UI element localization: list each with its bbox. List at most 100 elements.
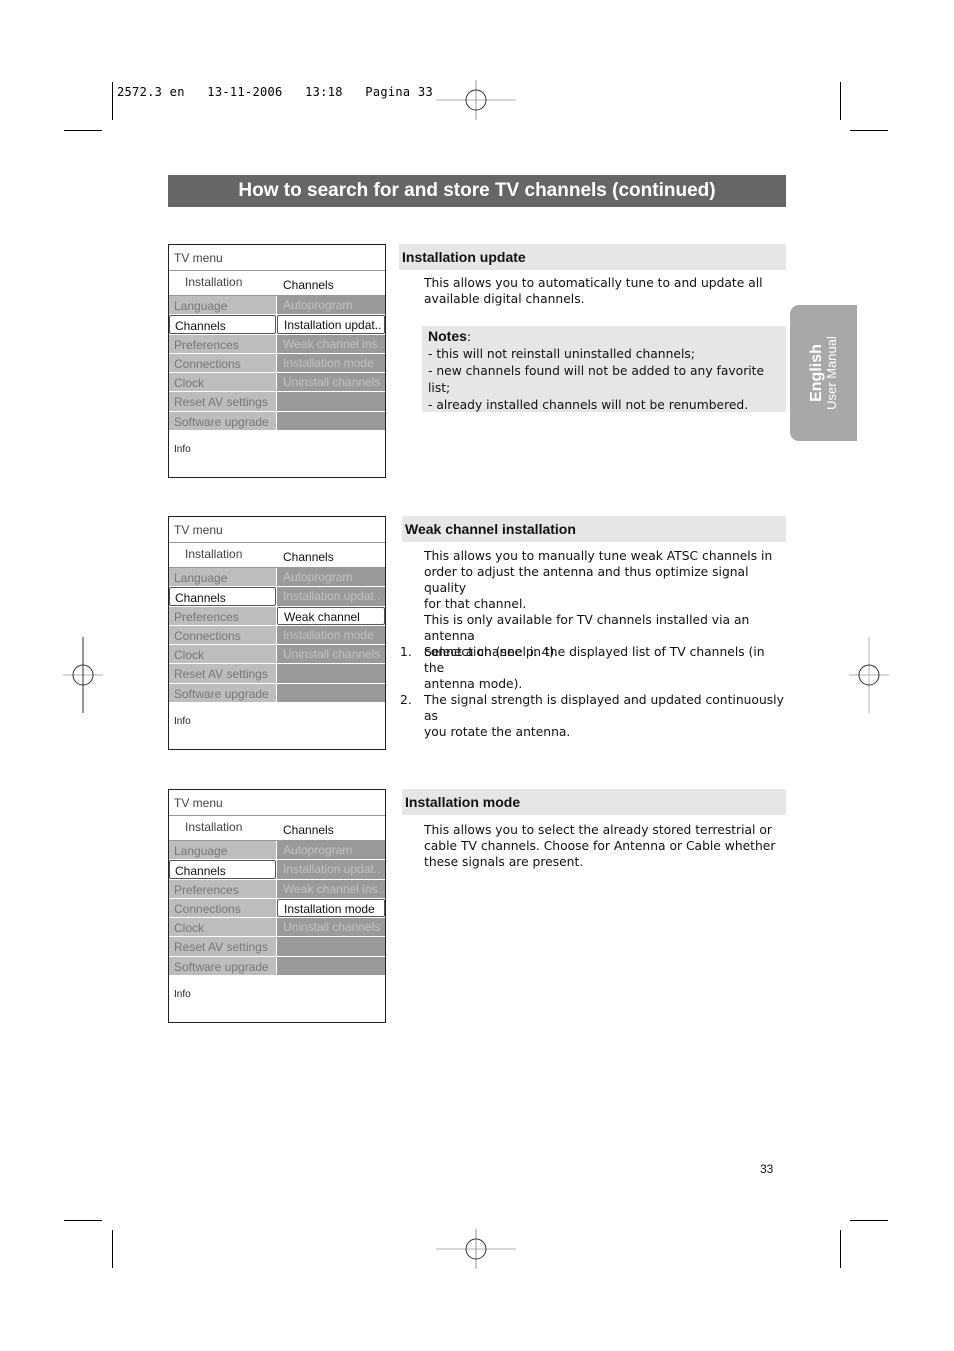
menu-item-left[interactable]: Reset AV settings [169, 392, 276, 411]
menu-item-right[interactable] [277, 937, 385, 956]
body-line: available digital channels. [424, 292, 585, 306]
menu-rows: Language Autoprogram Channels Installation … [169, 841, 385, 977]
menu-subheader: Installation Channels [169, 271, 385, 296]
menu-item-left[interactable]: Software upgrade [169, 683, 276, 703]
menu-item-right[interactable]: Uninstall channels [277, 645, 385, 664]
menu-header: TV menu [169, 517, 385, 543]
menu-row: Connections Installation mode [169, 625, 385, 646]
menu-row: Software upgrade [169, 956, 385, 977]
tv-menu-weak-channel: TV menu Installation Channels Language Autop… [168, 516, 386, 750]
note-item: - already installed channels will not be… [428, 398, 749, 412]
menu-item-right[interactable]: Weak channel ins.. [277, 879, 385, 898]
menu-item-left[interactable]: Connections [169, 625, 276, 645]
menu-row: Language Autoprogram [169, 296, 385, 316]
tv-menu-installation-mode: TV menu Installation Channels Language Autop… [168, 789, 386, 1023]
menu-item-left[interactable]: Language [169, 841, 276, 860]
menu-item-right[interactable] [277, 392, 385, 411]
menu-crumb-channels: Channels [283, 278, 334, 292]
menu-rows: Language Autoprogram Channels Installation … [169, 296, 385, 432]
menu-item-left[interactable]: Preferences [169, 334, 276, 353]
menu-item-right[interactable] [277, 411, 385, 431]
notes-colon: : [466, 330, 472, 344]
weak-channel-steps: 1. Select a channel in the displayed lis… [400, 644, 786, 740]
menu-item-right[interactable]: Installation mode [277, 898, 385, 918]
menu-item-left[interactable]: Software upgrade [169, 411, 276, 431]
body-line: for that channel. [424, 597, 527, 611]
menu-item-left[interactable]: Language [169, 568, 276, 587]
step-item: 2. The signal strength is displayed and … [400, 692, 786, 740]
menu-row: PreferencesWeak channel ins.. [169, 879, 385, 899]
menu-item-left[interactable]: Software upgrade [169, 956, 276, 976]
section-heading-installation-update: Installation update [399, 244, 786, 270]
menu-item-right[interactable]: Autoprogram [277, 568, 385, 587]
menu-item-left[interactable]: Channels [169, 315, 276, 334]
section-heading-weak-channel: Weak channel installation [402, 516, 786, 542]
menu-row: Connections Installation mode [169, 898, 385, 919]
menu-item-left[interactable]: Clock [169, 645, 276, 664]
menu-item-right[interactable]: Weak channel ins.. [277, 334, 385, 353]
crop-mark [840, 82, 841, 120]
menu-crumb-installation: Installation [185, 547, 243, 561]
tv-menu-installation-update: TV menu Installation Channels Language Autop… [168, 244, 386, 478]
manual-label: User Manual [823, 336, 839, 410]
menu-item-right[interactable] [277, 664, 385, 683]
menu-item-left[interactable]: Reset AV settings [169, 664, 276, 683]
step-number: 1. [400, 645, 412, 659]
step-number: 2. [400, 693, 412, 707]
menu-row: Clock Uninstall channels [169, 645, 385, 665]
menu-row: Connections Installation mode [169, 353, 385, 374]
step-line: antenna mode). [424, 677, 523, 691]
menu-row: Channels Installation updat.. [169, 315, 385, 335]
menu-item-right[interactable]: Uninstall channels [277, 918, 385, 937]
menu-item-right[interactable]: Autoprogram [277, 841, 385, 860]
body-line: This allows you to manually tune weak AT… [424, 549, 773, 563]
language-label: English [807, 344, 825, 402]
menu-row: Clock Uninstall channels [169, 373, 385, 393]
menu-item-left[interactable]: Preferences [169, 879, 276, 898]
step-line: Select a channel in the displayed list o… [424, 645, 765, 675]
menu-header: TV menu [169, 790, 385, 816]
menu-item-right[interactable]: Installation mode [277, 353, 385, 373]
menu-info: Info [174, 444, 191, 455]
menu-item-right[interactable]: Installation updat.. [277, 315, 385, 334]
crop-mark [840, 1230, 841, 1268]
menu-rows: Language Autoprogram Channels Installation … [169, 568, 385, 704]
menu-item-left[interactable]: Channels [169, 860, 276, 879]
crop-mark [112, 1230, 113, 1268]
menu-item-left[interactable]: Reset AV settings [169, 937, 276, 956]
registration-mark-icon [436, 1229, 516, 1269]
menu-item-right[interactable]: Weak channel ins.. [277, 606, 385, 642]
menu-item-right[interactable] [277, 683, 385, 703]
print-slug: 2572.3 en 13-11-2006 13:18 Pagina 33 [117, 85, 434, 99]
menu-item-right[interactable]: Installation mode [277, 625, 385, 645]
page-title: How to search for and store TV channels … [168, 175, 786, 207]
menu-row: Reset AV settings [169, 392, 385, 412]
menu-item-right[interactable]: Uninstall channels [277, 373, 385, 392]
menu-crumb-installation: Installation [185, 275, 243, 289]
menu-item-left[interactable]: Clock [169, 918, 276, 937]
registration-mark-icon [849, 637, 889, 713]
body-line: This is only available for TV channels i… [424, 613, 750, 643]
menu-item-right[interactable]: Installation updat.. [277, 587, 385, 606]
menu-item-right[interactable] [277, 956, 385, 976]
menu-item-left[interactable]: Connections [169, 898, 276, 918]
menu-item-left[interactable]: Channels [169, 587, 276, 606]
menu-row: PreferencesWeak channel ins.. [169, 334, 385, 354]
menu-row: Language Autoprogram [169, 568, 385, 588]
menu-item-left[interactable]: Connections [169, 353, 276, 373]
menu-row: Channels Installation updat.. [169, 860, 385, 880]
menu-item-left[interactable]: Preferences [169, 606, 276, 625]
menu-item-right[interactable]: Autoprogram [277, 296, 385, 315]
menu-header: TV menu [169, 245, 385, 271]
menu-item-left[interactable]: Clock [169, 373, 276, 392]
crop-mark [112, 82, 113, 120]
menu-crumb-installation: Installation [185, 820, 243, 834]
menu-info: Info [174, 716, 191, 727]
note-item: - this will not reinstall uninstalled ch… [428, 347, 695, 361]
step-item: 1. Select a channel in the displayed lis… [400, 644, 786, 692]
menu-item-right[interactable]: Installation updat.. [277, 860, 385, 879]
menu-item-left[interactable]: Language [169, 296, 276, 315]
menu-subheader: Installation Channels [169, 543, 385, 568]
installation-mode-body: This allows you to select the already st… [424, 822, 786, 870]
menu-row: Reset AV settings [169, 664, 385, 684]
